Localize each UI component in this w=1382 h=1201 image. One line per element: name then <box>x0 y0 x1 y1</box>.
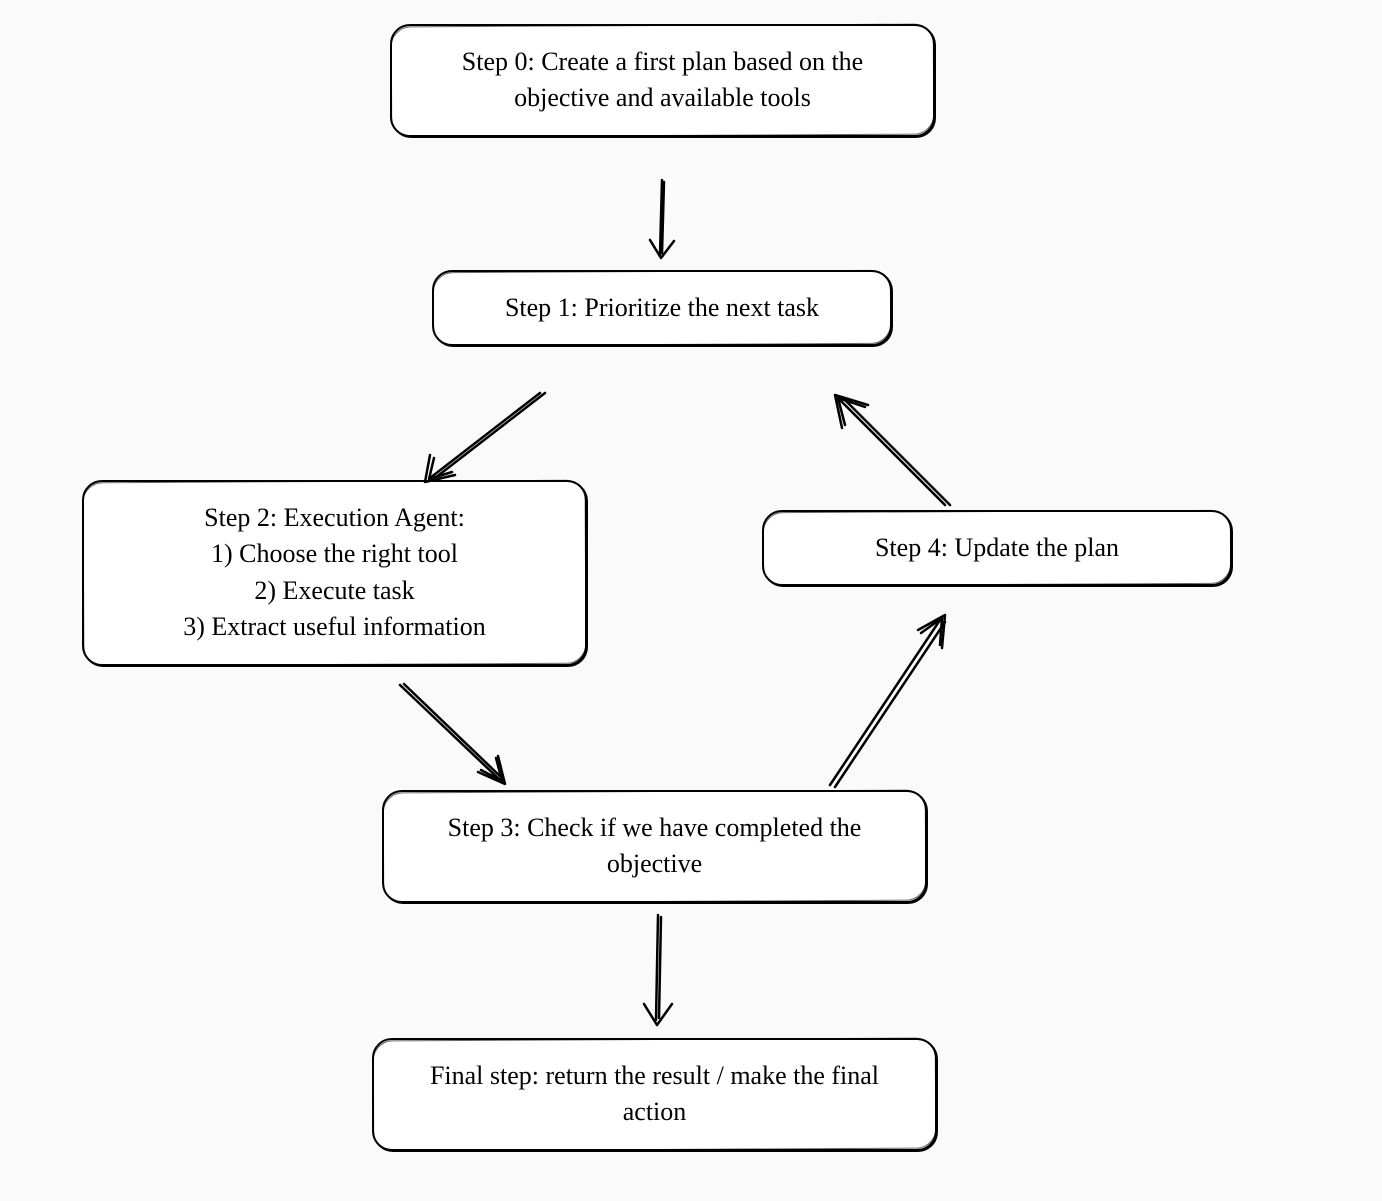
node-step4: Step 4: Update the plan <box>762 510 1232 586</box>
arrow-step4-step1 <box>835 395 950 505</box>
arrow-step3-final <box>644 915 672 1025</box>
node-step3: Step 3: Check if we have completed the o… <box>382 790 927 903</box>
arrow-step0-step1 <box>650 180 674 258</box>
node-final: Final step: return the result / make the… <box>372 1038 937 1151</box>
node-step2: Step 2: Execution Agent:1) Choose the ri… <box>82 480 587 666</box>
arrow-step2-step3 <box>400 684 505 784</box>
node-step0: Step 0: Create a first plan based on the… <box>390 24 935 137</box>
arrow-step1-step2 <box>425 393 545 482</box>
node-step1: Step 1: Prioritize the next task <box>432 270 892 346</box>
arrow-step3-step4 <box>830 615 945 787</box>
